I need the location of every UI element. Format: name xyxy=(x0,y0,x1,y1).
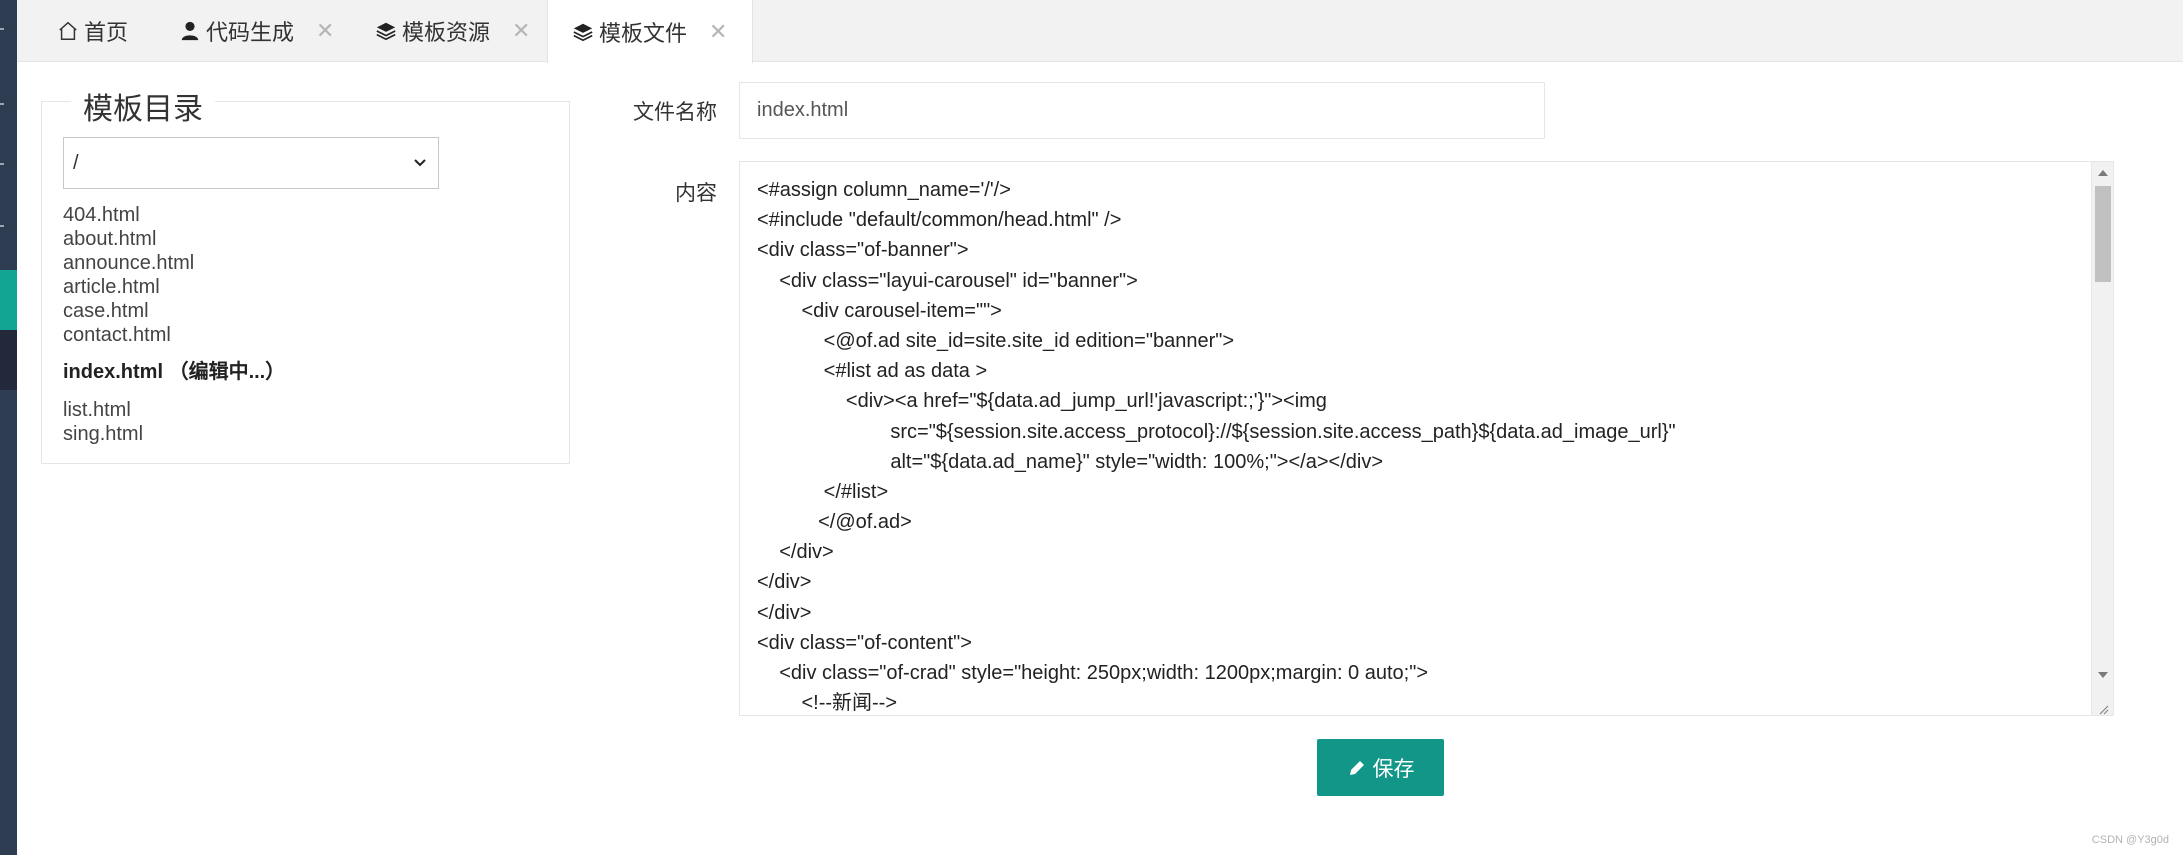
file-item-editing[interactable]: index.html （编辑中...） xyxy=(63,360,543,384)
code-line: alt="${data.ad_name}" style="width: 100%… xyxy=(757,450,1383,473)
scroll-up-arrow-icon[interactable] xyxy=(2098,170,2108,176)
sidebar-tick xyxy=(0,163,4,165)
close-icon[interactable]: ✕ xyxy=(512,18,530,44)
code-line: <div class="of-crad" style="height: 250p… xyxy=(757,662,1428,684)
code-line: </@of.ad> xyxy=(757,511,912,534)
file-item[interactable]: contact.html xyxy=(63,323,543,347)
content-label: 内容 xyxy=(675,182,717,205)
close-icon[interactable]: ✕ xyxy=(709,19,727,45)
file-item[interactable]: about.html xyxy=(63,227,543,251)
tab-label: 模板资源 xyxy=(402,20,491,45)
file-item[interactable]: 404.html xyxy=(63,203,543,227)
file-item[interactable]: list.html xyxy=(63,398,543,422)
sidebar-tick xyxy=(0,103,4,105)
code-line: <div><a href="${data.ad_jump_url!'javasc… xyxy=(757,390,1327,413)
app-root: 首页 代码生成 ✕ 模板资源 ✕ 模板文件 ✕ 模板目录 / 404.html … xyxy=(0,0,2183,855)
file-item[interactable]: sing.html xyxy=(63,422,543,446)
content-textarea[interactable]: <#assign column_name='/'/> <#include "def… xyxy=(739,161,2114,716)
sidebar-tick xyxy=(0,28,4,30)
sidebar-item[interactable] xyxy=(0,330,17,390)
code-line: <#include "default/common/head.html" /> xyxy=(757,209,1122,232)
resize-grip-icon[interactable] xyxy=(2097,702,2109,715)
code-line: src="${session.site.access_protocol}://$… xyxy=(757,420,1676,443)
pencil-icon xyxy=(1347,758,1367,778)
file-item[interactable]: case.html xyxy=(63,299,543,323)
code-line: <@of.ad site_id=site.site_id edition="ba… xyxy=(757,329,1235,352)
sidebar-active-item[interactable] xyxy=(0,270,17,330)
save-label: 保存 xyxy=(1372,757,1415,781)
code-line: <#assign column_name='/'/> xyxy=(757,179,1011,201)
tab-home[interactable]: 首页 xyxy=(56,0,128,62)
code-line: <#list ad as data > xyxy=(757,360,988,383)
code-line: </div> xyxy=(757,571,812,594)
code-line: <div class="of-content"> xyxy=(757,631,972,654)
scroll-down-arrow-icon[interactable] xyxy=(2098,672,2108,678)
file-list: 404.html about.html announce.html articl… xyxy=(63,203,543,446)
tab-template-files[interactable]: 模板文件 ✕ xyxy=(547,0,754,63)
tab-template-resources[interactable]: 模板资源 ✕ xyxy=(374,0,530,62)
code-line: <div class="of-banner"> xyxy=(757,239,969,262)
code-content: <#assign column_name='/'/> <#include "def… xyxy=(757,175,2087,715)
code-line: </div> xyxy=(757,541,834,564)
close-icon[interactable]: ✕ xyxy=(316,18,334,44)
code-line: <!--新闻--> xyxy=(757,692,898,715)
home-icon xyxy=(56,19,80,43)
code-line: </#list> xyxy=(757,480,889,503)
save-button[interactable]: 保存 xyxy=(1317,739,1444,796)
directory-title: 模板目录 xyxy=(71,84,215,128)
tab-label: 代码生成 xyxy=(206,20,295,45)
code-line: <div carousel-item=""> xyxy=(757,299,1002,322)
layers-icon xyxy=(374,19,398,43)
scrollbar-thumb[interactable] xyxy=(2095,186,2111,282)
file-item[interactable]: announce.html xyxy=(63,251,543,275)
tab-code-gen[interactable]: 代码生成 ✕ xyxy=(178,0,334,62)
file-name-label: 文件名称 xyxy=(633,101,717,124)
tab-label: 模板文件 xyxy=(599,20,688,46)
tab-label: 首页 xyxy=(84,20,129,45)
sidebar-tick xyxy=(0,225,4,227)
directory-select-value: / xyxy=(73,151,79,174)
file-item[interactable]: article.html xyxy=(63,275,543,299)
layers-icon xyxy=(571,20,595,44)
left-sidebar[interactable] xyxy=(0,0,17,855)
vertical-scrollbar[interactable] xyxy=(2091,162,2113,715)
code-line: </div> xyxy=(757,601,812,624)
tab-bar: 首页 代码生成 ✕ 模板资源 ✕ 模板文件 ✕ xyxy=(17,0,2183,63)
watermark: CSDN @Y3g0d xyxy=(2091,834,2169,846)
code-line: <div class="layui-carousel" id="banner"> xyxy=(757,269,1138,292)
user-icon xyxy=(178,19,202,43)
chevron-down-icon xyxy=(412,154,428,177)
directory-select[interactable]: / xyxy=(63,137,439,189)
file-name-input[interactable]: index.html xyxy=(739,82,1545,139)
